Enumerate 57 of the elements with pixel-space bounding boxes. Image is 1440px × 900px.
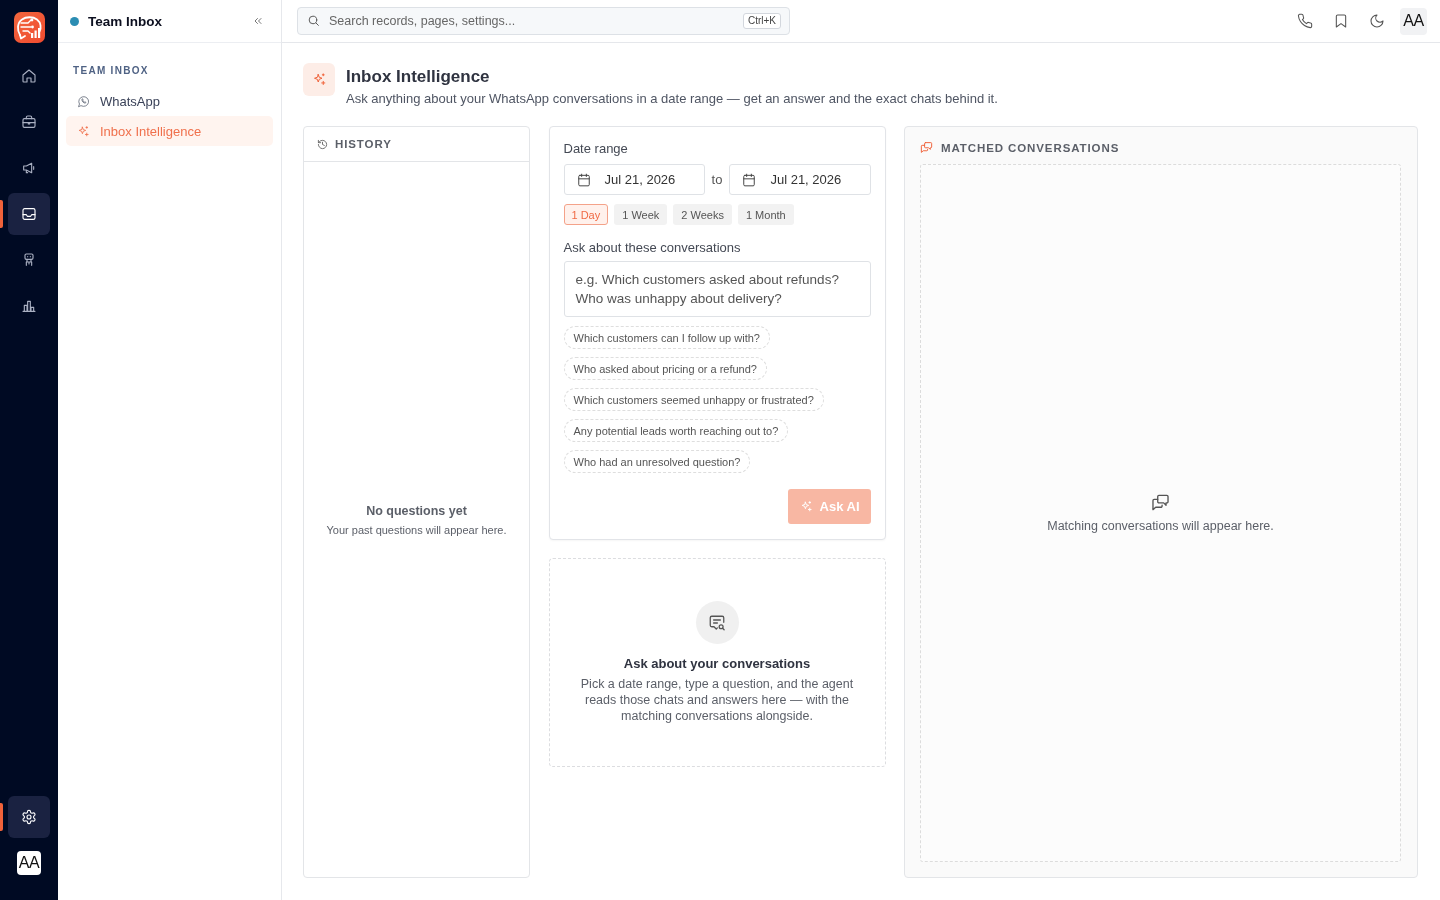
page-subtitle: Ask anything about your WhatsApp conversations in a date range — get an answer and the exact chats behind it. — [346, 91, 998, 107]
preset-button[interactable]: 2 Weeks — [673, 204, 732, 225]
robot-icon — [21, 252, 37, 268]
field-label: Ask about these conversations — [563, 240, 741, 256]
intro-title: Ask about your conversations — [623, 656, 811, 672]
collapse-icon[interactable] — [252, 15, 264, 27]
start-date-field[interactable]: Jul 21, 2026 — [563, 164, 705, 195]
end-date-field[interactable]: Jul 21, 2026 — [729, 164, 871, 195]
inbox-icon — [21, 206, 37, 222]
home-icon — [21, 68, 37, 84]
range-separator: to — [711, 172, 723, 187]
megaphone-icon — [21, 160, 37, 176]
shortcut-hint: Ctrl+K — [742, 13, 781, 29]
app-logo — [13, 12, 45, 43]
sparkle-icon — [303, 63, 335, 96]
empty-text: Matching conversations will appear here. — [1047, 519, 1274, 533]
chat-bubbles-icon — [920, 141, 933, 154]
suggested-question[interactable]: Who had an unresolved question? — [563, 450, 751, 473]
briefcase-icon — [21, 114, 37, 130]
preset-button[interactable]: 1 Week — [614, 204, 668, 225]
empty-text: Your past questions will appear here. — [326, 522, 507, 537]
chat-bubbles-icon — [1151, 493, 1170, 512]
empty-title: No questions yet — [366, 502, 467, 519]
history-icon — [317, 138, 328, 150]
nav-button[interactable] — [8, 193, 50, 235]
bar-chart-icon — [21, 298, 37, 314]
suggested-question[interactable]: Any potential leads worth reaching out to? — [563, 419, 789, 442]
settings-icon — [21, 809, 37, 825]
search-icon — [307, 14, 320, 27]
user-avatar[interactable]: AA — [17, 851, 41, 875]
intro-text: Pick a date range, type a question, and the agent reads those chats and answers here — with the matching conversations alongside. — [579, 676, 855, 724]
phone-bubble-icon — [77, 94, 90, 108]
suggested-question[interactable]: Which customers can I follow up with? — [563, 326, 770, 349]
user-avatar[interactable]: AA — [1400, 7, 1427, 35]
calendar-icon — [742, 172, 757, 187]
active-marker — [0, 200, 3, 228]
suggested-question[interactable]: Who asked about pricing or a refund? — [563, 357, 767, 380]
suggested-question[interactable]: Which customers seemed unhappy or frustrated? — [563, 388, 824, 411]
panel-title: HISTORY — [335, 138, 392, 150]
sparkle-icon — [77, 124, 90, 138]
nav-button[interactable] — [8, 796, 50, 838]
sparkle-icon — [799, 500, 813, 513]
sidebar-title: Team Inbox — [88, 13, 162, 29]
bookmark-icon[interactable] — [1333, 13, 1349, 29]
calendar-icon — [576, 172, 591, 187]
status-dot-icon — [70, 16, 79, 26]
section-label: TEAM INBOX — [73, 65, 149, 77]
preset-button[interactable]: 1 Month — [737, 204, 794, 225]
sidebar-item[interactable]: WhatsApp — [66, 86, 273, 116]
question-field[interactable]: e.g. Which customers asked about refunds? Who was unhappy about delivery? — [563, 261, 871, 317]
page-title: Inbox Intelligence — [346, 66, 490, 88]
chat-search-icon — [695, 601, 739, 644]
field-label: Date range — [563, 141, 628, 157]
active-marker — [0, 803, 3, 831]
phone-icon[interactable] — [1297, 13, 1313, 29]
panel-title: MATCHED CONVERSATIONS — [941, 141, 1120, 154]
moon-icon[interactable] — [1369, 13, 1385, 29]
